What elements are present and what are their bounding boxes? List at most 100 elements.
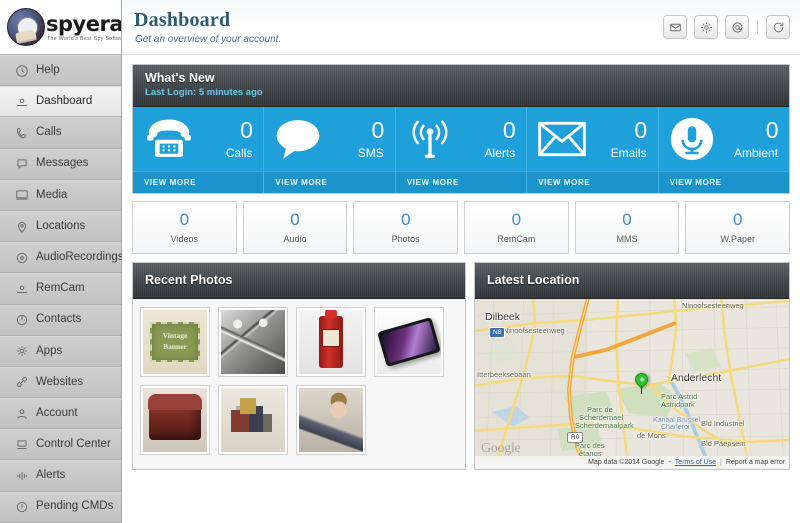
- envelope-icon: [538, 121, 586, 157]
- photo-thumbnail[interactable]: [296, 385, 366, 455]
- whats-new-title: What's New: [145, 71, 215, 86]
- latest-location-header: Latest Location: [475, 263, 789, 299]
- sidebar-item-apps[interactable]: Apps: [0, 335, 121, 367]
- photo-caption: Vintage Banner: [150, 321, 200, 363]
- stat-tile-emails[interactable]: 0 Emails VIEW MORE: [527, 107, 659, 193]
- stat-tile-ambient[interactable]: 0 Ambient VIEW MORE: [658, 107, 790, 193]
- location-map[interactable]: Dilbeek Anderlecht Ninoofsesteenweg Ninoofs…: [475, 299, 789, 469]
- sidebar-item-label: Media: [36, 188, 68, 201]
- sidebar-item-label: Contacts: [36, 313, 82, 326]
- brand-logo[interactable]: spyera The World's Best Spy Software: [0, 0, 121, 55]
- tablet-device-photo: [377, 310, 441, 374]
- content-area: What's New Last Login: 5 minutes ago 0 Ca…: [122, 55, 800, 470]
- sidebar-item-media[interactable]: Media: [0, 179, 121, 211]
- photo-thumbnail[interactable]: [218, 307, 288, 377]
- photo-thumbnail[interactable]: [374, 307, 444, 377]
- stat-tile-values: 0 SMS: [321, 117, 385, 160]
- stat-tile-calls[interactable]: 0 Calls VIEW MORE: [133, 107, 265, 193]
- mini-stat-remcam[interactable]: 0 RemCam: [464, 201, 569, 254]
- attribution-divider: |: [720, 459, 722, 466]
- view-more-button[interactable]: VIEW MORE: [658, 171, 790, 193]
- sidebar-item-pending-cmds[interactable]: Pending CMDs: [0, 491, 121, 523]
- mini-stat-value: 0: [732, 210, 743, 229]
- girl-portrait-photo: [299, 388, 363, 452]
- gear-icon: [700, 21, 713, 34]
- stat-tile-label: Emails: [610, 146, 647, 160]
- stat-tile-body: 0 Ambient: [659, 107, 789, 171]
- mini-stat-audio[interactable]: 0 Audio: [242, 201, 348, 254]
- sidebar-item-dashboard[interactable]: Dashboard: [0, 86, 121, 118]
- sidebar-item-websites[interactable]: Websites: [0, 366, 121, 399]
- location-marker-stem: [641, 385, 642, 394]
- media-icon: [14, 188, 29, 202]
- stat-tile-value: 0: [240, 117, 253, 143]
- sidebar-item-contacts[interactable]: Contacts: [0, 304, 121, 336]
- photo-thumbnail[interactable]: [140, 385, 210, 455]
- whats-new-header: What's New Last Login: 5 minutes ago: [133, 65, 789, 107]
- stat-tile-body: 0 Alerts: [396, 107, 526, 171]
- sidebar-item-audiorecordings[interactable]: AudioRecordings: [0, 242, 124, 274]
- sidebar-item-label: Account: [36, 406, 78, 419]
- sidebar-item-label: RemCam: [36, 282, 85, 295]
- at-target-icon: [731, 21, 744, 34]
- mail-button[interactable]: [663, 15, 687, 39]
- main-area: Dashboard Get an overview of your accoun…: [122, 0, 800, 523]
- map-label: Anderlecht: [671, 372, 722, 384]
- map-label: Bld Industriel: [701, 419, 745, 428]
- sidebar-item-alerts[interactable]: Alerts: [0, 460, 121, 492]
- view-more-button[interactable]: VIEW MORE: [527, 171, 658, 193]
- map-label: Ninoofsesteenweg: [682, 301, 744, 310]
- stat-tile-value: 0: [371, 117, 385, 143]
- sidebar-item-messages[interactable]: Messages: [0, 148, 121, 180]
- stat-tile-alerts[interactable]: 0 Alerts VIEW MORE: [395, 107, 528, 193]
- view-more-button[interactable]: VIEW MORE: [395, 171, 527, 193]
- mini-stats-row: 0 Videos 0 Audio 0 Photos 0 RemCam 0 MMS 0 W.Paper: [132, 201, 791, 254]
- stat-tile-body: 0 Calls: [133, 107, 263, 171]
- recent-photos-panel: Recent Photos Vintage Banner: [132, 262, 466, 470]
- sidebar-item-label: Dashboard: [36, 95, 93, 108]
- map-data-text: Map data ©2014 Google: [588, 459, 665, 466]
- antenna-signal-icon: [407, 118, 453, 160]
- photo-thumbnail[interactable]: [218, 385, 288, 455]
- sidebar-item-account[interactable]: Account: [0, 398, 121, 430]
- mini-stat-label: Videos: [170, 234, 199, 244]
- mini-stat-label: Audio: [283, 234, 307, 244]
- attribution-dash: -: [668, 459, 671, 466]
- sidebar-item-remcam[interactable]: RemCam: [0, 273, 121, 305]
- support-button[interactable]: [725, 15, 749, 39]
- view-more-button[interactable]: VIEW MORE: [133, 171, 264, 193]
- mini-stat-videos[interactable]: 0 Videos: [132, 201, 237, 254]
- contacts-icon: [14, 313, 29, 327]
- mini-stat-value: 0: [511, 210, 522, 229]
- latest-location-title: Latest Location: [487, 272, 580, 287]
- mini-stat-label: RemCam: [497, 234, 536, 244]
- alerts-signal-icon: [14, 469, 29, 483]
- mini-stat-mms[interactable]: 0 MMS: [574, 201, 680, 254]
- map-label: Kanaal Brussel: [653, 417, 701, 424]
- refresh-button[interactable]: [766, 15, 790, 39]
- map-label: Scherdemaalpark: [575, 421, 634, 430]
- mini-stat-w-paper[interactable]: 0 W.Paper: [685, 201, 791, 254]
- stat-tile-value: 0: [502, 117, 516, 143]
- refresh-icon: [772, 21, 785, 34]
- message-icon: [14, 157, 29, 171]
- sidebar-item-control-center[interactable]: Control Center: [0, 429, 121, 461]
- photo-row: Vintage Banner: [140, 307, 465, 377]
- sidebar: spyera The World's Best Spy Software Hel…: [0, 0, 124, 523]
- mini-stat-value: 0: [400, 210, 411, 229]
- photo-thumbnail[interactable]: [296, 307, 366, 377]
- settings-button[interactable]: [694, 15, 718, 39]
- pending-cmds-icon: [14, 500, 29, 514]
- view-more-button[interactable]: VIEW MORE: [264, 171, 395, 193]
- stat-tile-sms[interactable]: 0 SMS VIEW MORE: [264, 107, 396, 193]
- photo-thumbnail[interactable]: Vintage Banner: [140, 307, 210, 377]
- report-map-error-link[interactable]: Report a map error: [726, 459, 785, 466]
- mini-stat-photos[interactable]: 0 Photos: [353, 201, 459, 254]
- terms-of-use-link[interactable]: Terms of Use: [675, 459, 716, 466]
- sidebar-item-label: Locations: [36, 219, 86, 232]
- sidebar-item-locations[interactable]: Locations: [0, 210, 121, 243]
- page-header: Dashboard Get an overview of your accoun…: [122, 0, 800, 55]
- sidebar-item-help[interactable]: Help: [0, 55, 121, 87]
- sidebar-item-calls[interactable]: Calls: [0, 117, 121, 149]
- recent-photos-body: Vintage Banner: [133, 299, 465, 469]
